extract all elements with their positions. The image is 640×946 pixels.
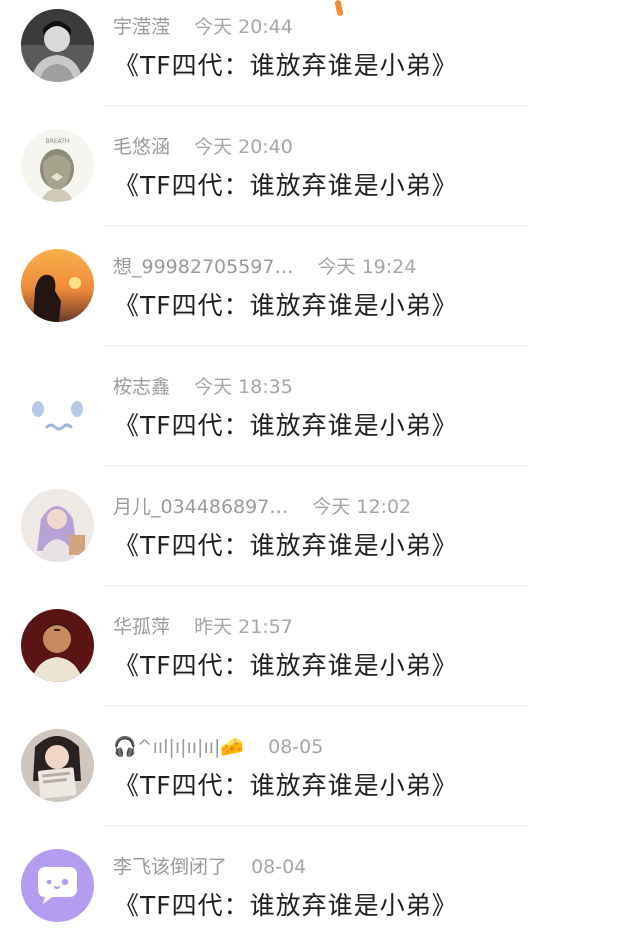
comment-meta: 李飞该倒闭了 08-04	[113, 854, 306, 880]
avatar[interactable]	[21, 369, 94, 442]
timestamp: 08-04	[251, 856, 307, 878]
comment-meta: 桉志鑫 今天 18:35	[113, 374, 293, 400]
comment-item[interactable]: 宇滢滢 今天 20:44 《TF四代：谁放弃谁是小弟》	[0, 0, 640, 120]
avatar[interactable]	[21, 9, 94, 82]
comment-text: 《TF四代：谁放弃谁是小弟》	[114, 411, 458, 440]
timestamp: 今天 19:24	[317, 256, 417, 278]
comment-meta: 宇滢滢 今天 20:44	[113, 14, 293, 40]
username[interactable]: 桉志鑫	[113, 374, 170, 400]
comment-meta: 🎧^ııl|ı|ıı|ıı|🧀 08-05	[113, 734, 323, 760]
svg-text:BREATH: BREATH	[46, 138, 70, 145]
comment-item[interactable]: 桉志鑫 今天 18:35 《TF四代：谁放弃谁是小弟》	[0, 360, 640, 480]
comment-text: 《TF四代：谁放弃谁是小弟》	[114, 291, 458, 320]
divider	[104, 105, 528, 106]
comment-item[interactable]: 想_99982705597… 今天 19:24 《TF四代：谁放弃谁是小弟》	[0, 240, 640, 360]
timestamp: 08-05	[268, 736, 324, 758]
timestamp: 今天 20:44	[194, 16, 293, 38]
avatar-sunset-silhouette-icon	[21, 249, 94, 322]
avatar-photo-person-bw-icon	[21, 9, 94, 82]
username[interactable]: 月儿_034486897…	[113, 494, 288, 520]
avatar-girl-hair-bow-icon: BREATH	[21, 129, 94, 202]
avatar[interactable]	[21, 849, 94, 922]
comment-text: 《TF四代：谁放弃谁是小弟》	[114, 771, 458, 800]
comment-meta: 毛悠涵 今天 20:40	[113, 134, 293, 160]
comment-text: 《TF四代：谁放弃谁是小弟》	[114, 51, 458, 80]
timestamp: 今天 12:02	[312, 496, 412, 518]
avatar[interactable]	[21, 609, 94, 682]
default-chat-bubble-avatar-icon	[21, 849, 94, 922]
comment-list: 宇滢滢 今天 20:44 《TF四代：谁放弃谁是小弟》 BREATH 毛悠涵 今…	[0, 0, 640, 946]
divider	[104, 345, 528, 346]
divider	[104, 225, 528, 226]
timestamp: 今天 20:40	[194, 136, 293, 158]
username[interactable]: 华孤萍	[113, 614, 170, 640]
comment-text: 《TF四代：谁放弃谁是小弟》	[114, 531, 458, 560]
comment-item[interactable]: 月儿_034486897… 今天 12:02 《TF四代：谁放弃谁是小弟》	[0, 480, 640, 600]
comment-item[interactable]: 李飞该倒闭了 08-04 《TF四代：谁放弃谁是小弟》	[0, 840, 640, 946]
timestamp: 今天 18:35	[194, 376, 293, 398]
avatar[interactable]: BREATH	[21, 129, 94, 202]
avatar-cute-face-icon	[21, 369, 94, 442]
comment-meta: 想_99982705597… 今天 19:24	[113, 254, 416, 280]
username[interactable]: 想_99982705597…	[113, 254, 293, 280]
comment-meta: 月儿_034486897… 今天 12:02	[113, 494, 411, 520]
comment-item[interactable]: BREATH 毛悠涵 今天 20:40 《TF四代：谁放弃谁是小弟》	[0, 120, 640, 240]
comment-item[interactable]: 🎧^ııl|ı|ıı|ıı|🧀 08-05 《TF四代：谁放弃谁是小弟》	[0, 720, 640, 840]
avatar[interactable]	[21, 249, 94, 322]
username[interactable]: 毛悠涵	[113, 134, 170, 160]
avatar-girl-with-book-icon	[21, 729, 94, 802]
username[interactable]: 宇滢滢	[113, 14, 170, 40]
avatar-man-portrait-icon	[21, 609, 94, 682]
comment-meta: 华孤萍 昨天 21:57	[113, 614, 293, 640]
avatar[interactable]	[21, 729, 94, 802]
username[interactable]: 李飞该倒闭了	[113, 854, 227, 880]
comment-text: 《TF四代：谁放弃谁是小弟》	[114, 651, 458, 680]
divider	[104, 825, 528, 826]
timestamp: 昨天 21:57	[194, 616, 293, 638]
divider	[104, 585, 528, 586]
comment-item[interactable]: 华孤萍 昨天 21:57 《TF四代：谁放弃谁是小弟》	[0, 600, 640, 720]
avatar-purple-hair-girl-icon	[21, 489, 94, 562]
comment-text: 《TF四代：谁放弃谁是小弟》	[114, 891, 458, 920]
username[interactable]: 🎧^ııl|ı|ıı|ıı|🧀	[113, 734, 244, 760]
comment-text: 《TF四代：谁放弃谁是小弟》	[114, 171, 458, 200]
avatar[interactable]	[21, 489, 94, 562]
divider	[104, 705, 528, 706]
divider	[104, 465, 528, 466]
